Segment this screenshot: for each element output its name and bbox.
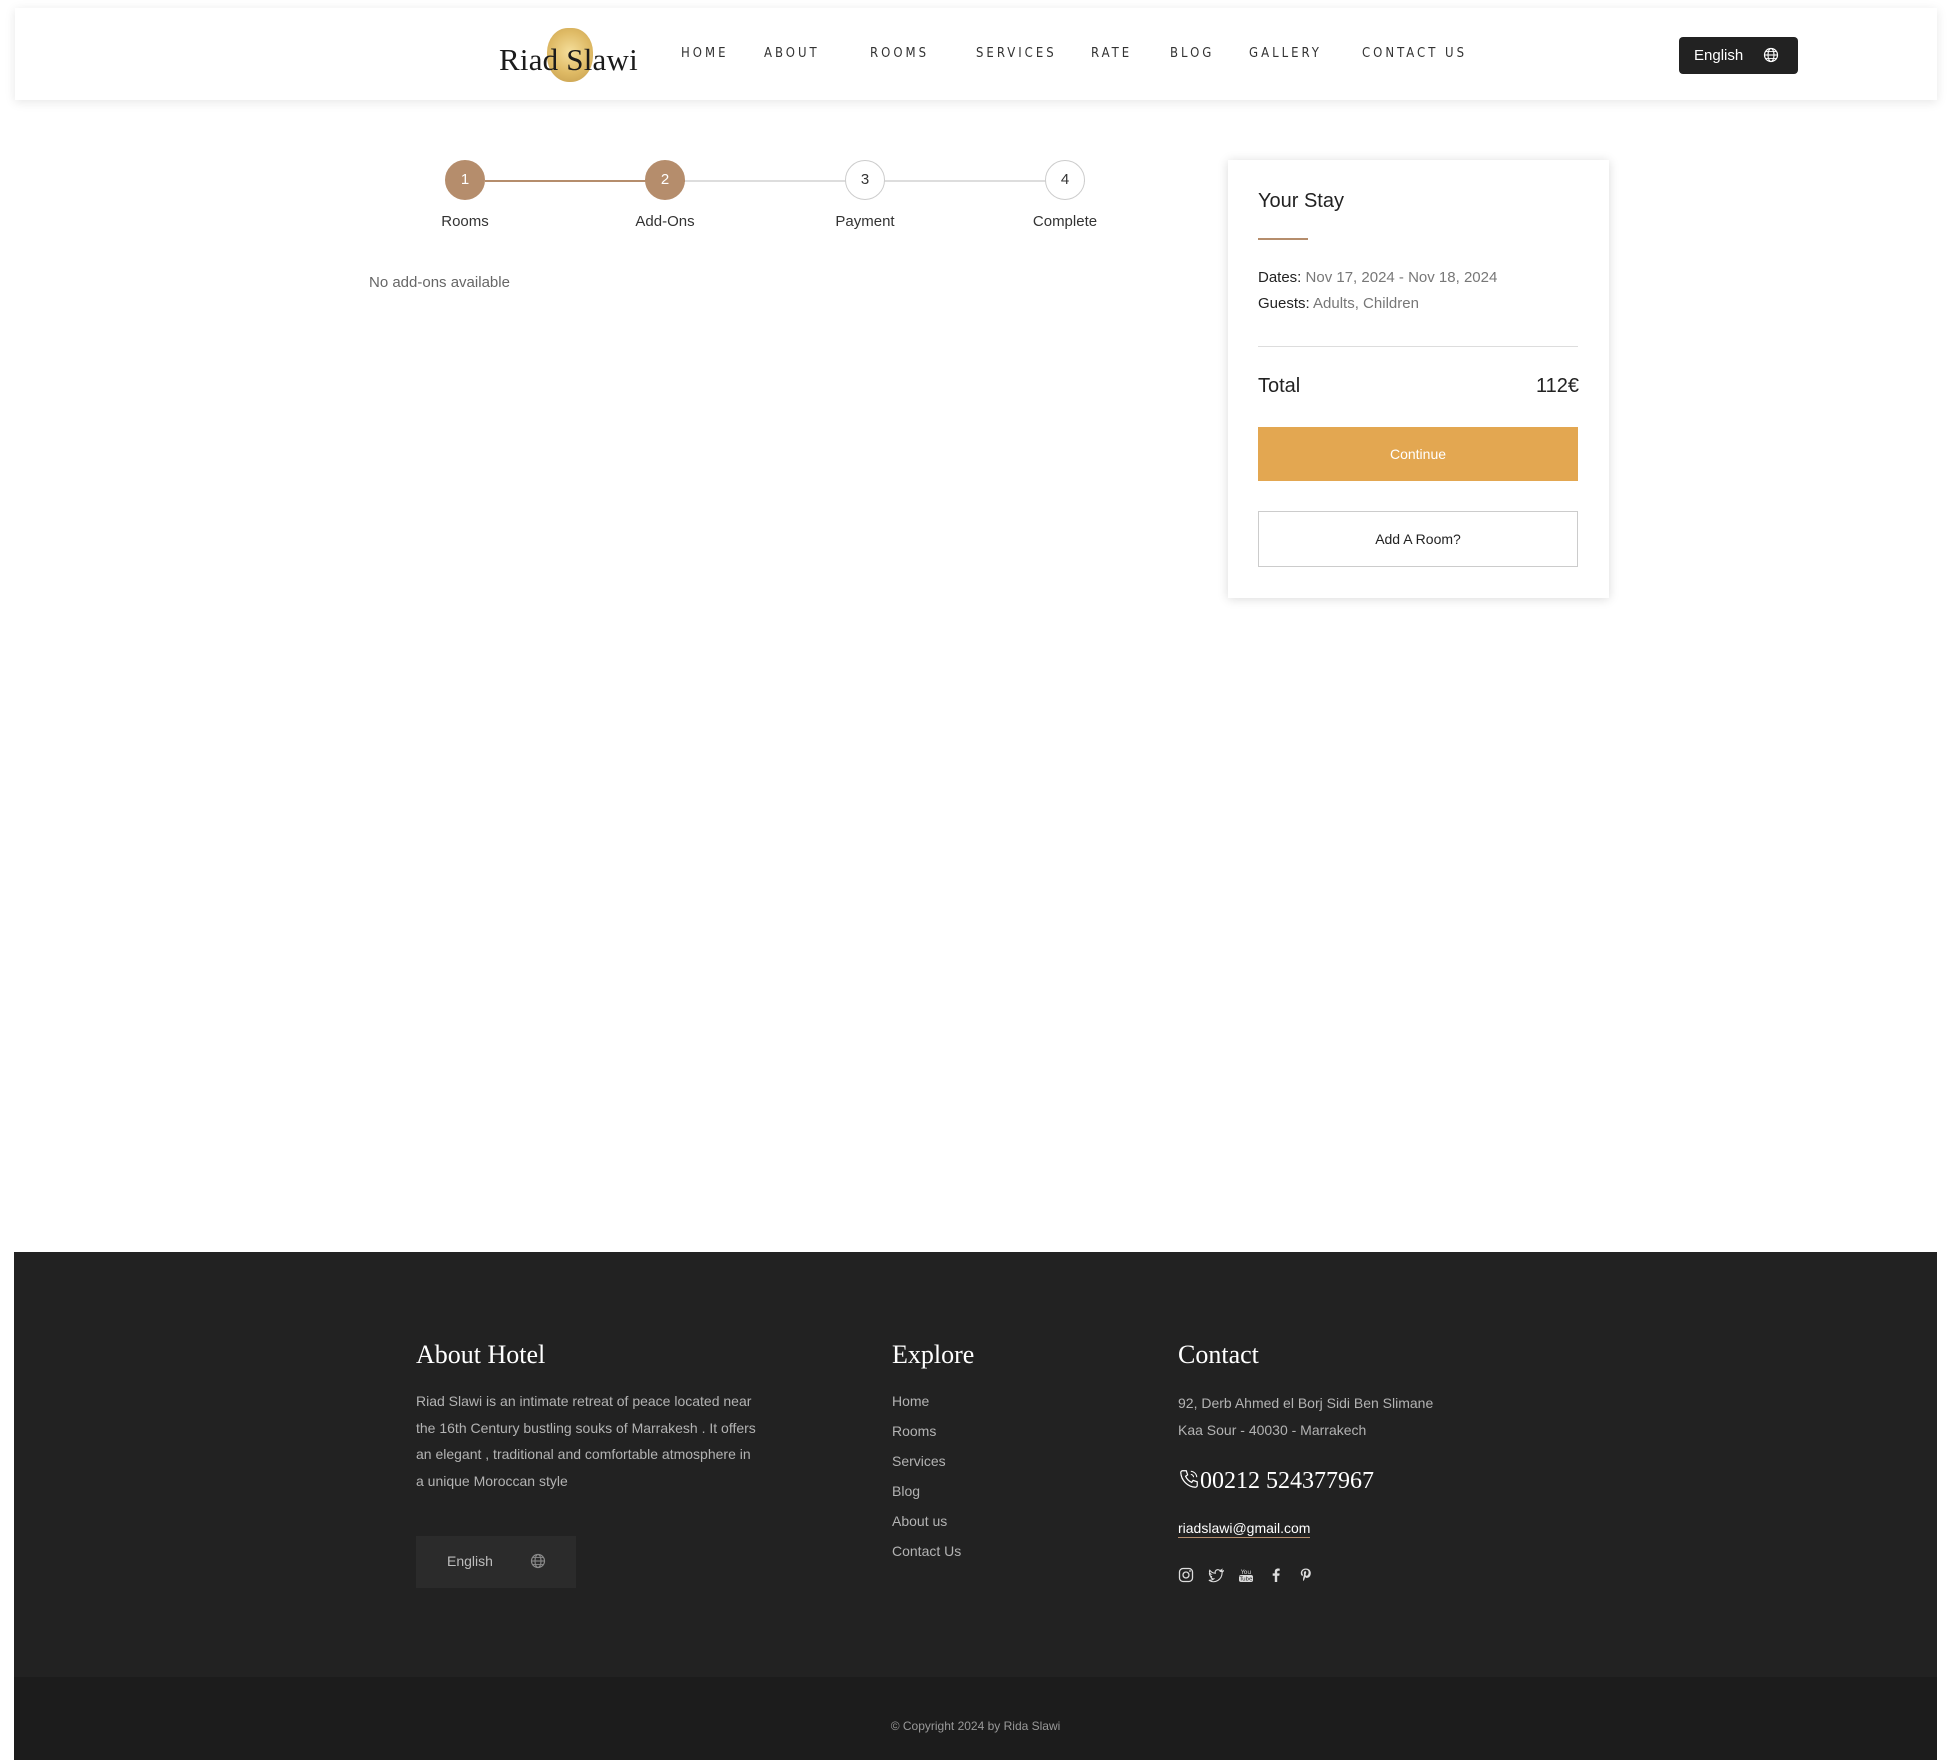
continue-button[interactable]: Continue <box>1258 427 1578 481</box>
card-title: Your Stay <box>1258 190 1344 212</box>
total-label: Total <box>1258 375 1301 397</box>
guests-label: Guests: <box>1258 295 1310 312</box>
explore-heading: Explore <box>892 1340 975 1369</box>
footer-link-rooms[interactable]: Rooms <box>892 1423 936 1439</box>
youtube-icon[interactable]: You Tube <box>1238 1567 1254 1583</box>
step-add-ons[interactable]: 2 Add-Ons <box>605 160 725 230</box>
add-room-button[interactable]: Add A Room? <box>1258 511 1578 567</box>
address-line: Kaa Sour - 40030 - Marrakech <box>1178 1421 1367 1438</box>
footer-link-contact-us[interactable]: Contact Us <box>892 1543 961 1559</box>
footer-link-home[interactable]: Home <box>892 1393 929 1409</box>
step-number: 3 <box>845 160 885 200</box>
instagram-icon[interactable] <box>1178 1567 1194 1583</box>
nav-gallery[interactable]: GALLERY <box>1249 46 1322 61</box>
guests-value: Adults, Children <box>1313 295 1419 312</box>
site-header: Riad Slawi HOME ABOUT ROOMS SERVICES RAT… <box>15 8 1937 100</box>
step-number: 4 <box>1045 160 1085 200</box>
email-link[interactable]: riadslawi@gmail.com <box>1178 1520 1311 1538</box>
step-label: Add-Ons <box>635 213 695 230</box>
dates-value: Nov 17, 2024 - Nov 18, 2024 <box>1305 269 1498 286</box>
globe-icon <box>530 1553 546 1569</box>
address: 92, Derb Ahmed el Borj Sidi Ben Slimane … <box>1178 1390 1433 1443</box>
footer-link-services[interactable]: Services <box>892 1453 946 1469</box>
step-complete[interactable]: 4 Complete <box>1005 160 1125 230</box>
svg-text:You: You <box>1240 1569 1252 1576</box>
svg-text:Tube: Tube <box>1239 1577 1254 1583</box>
phone-icon <box>1180 1470 1198 1488</box>
nav-contact-us[interactable]: CONTACT US <box>1362 46 1467 61</box>
about-line: the 16th Century bustling souks of Marra… <box>416 1419 756 1436</box>
footer-link-about-us[interactable]: About us <box>892 1513 947 1529</box>
step-label: Rooms <box>441 213 489 230</box>
main-nav: HOME ABOUT ROOMS SERVICES RATE BLOG GALL… <box>15 8 1937 100</box>
no-addons-message: No add-ons available <box>369 274 510 291</box>
nav-services[interactable]: SERVICES <box>976 46 1057 61</box>
about-hotel-text: Riad Slawi is an intimate retreat of pea… <box>416 1388 756 1494</box>
about-line: an elegant , traditional and comfortable… <box>416 1446 751 1462</box>
language-label: English <box>1694 47 1744 64</box>
total-value: 112€ <box>1535 375 1579 397</box>
dates-label: Dates: <box>1258 269 1302 286</box>
step-label: Complete <box>1032 213 1098 230</box>
nav-rooms[interactable]: ROOMS <box>870 46 929 61</box>
footer-language-selector[interactable]: English <box>416 1536 576 1588</box>
card-divider <box>1258 346 1578 347</box>
nav-blog[interactable]: BLOG <box>1170 46 1214 61</box>
about-hotel-heading: About Hotel <box>416 1340 546 1369</box>
nav-rate[interactable]: RATE <box>1091 46 1132 61</box>
nav-about[interactable]: ABOUT <box>764 46 820 61</box>
contact-heading: Contact <box>1178 1340 1259 1369</box>
footer-link-blog[interactable]: Blog <box>892 1483 920 1499</box>
about-line: a unique Moroccan style <box>416 1472 568 1489</box>
step-number: 2 <box>645 160 685 200</box>
footer-bottom-bar: © Copyright 2024 by Rida Slawi <box>14 1677 1937 1760</box>
twitter-icon[interactable] <box>1208 1567 1224 1583</box>
booking-stepper: 1 Rooms 2 Add-Ons 3 Payment 4 Complete <box>441 160 1125 240</box>
phone-number: 00212 524377967 <box>1200 1468 1374 1494</box>
guests-row: Guests: Adults, Children <box>1258 295 1419 312</box>
title-underline <box>1258 238 1308 240</box>
address-line: 92, Derb Ahmed el Borj Sidi Ben Slimane <box>1178 1395 1434 1411</box>
step-rooms[interactable]: 1 Rooms <box>405 160 525 230</box>
nav-home[interactable]: HOME <box>681 46 728 61</box>
about-line: Riad Slawi is an intimate retreat of pea… <box>416 1393 752 1409</box>
pinterest-icon[interactable] <box>1298 1567 1314 1583</box>
language-label: English <box>447 1553 493 1569</box>
globe-icon <box>1763 47 1779 63</box>
copyright-text: © Copyright 2024 by Rida Slawi <box>890 1719 1061 1733</box>
dates-row: Dates: Nov 17, 2024 - Nov 18, 2024 <box>1258 269 1497 286</box>
language-selector[interactable]: English <box>1679 37 1798 74</box>
facebook-icon[interactable] <box>1268 1567 1284 1583</box>
phone-row[interactable]: 00212 524377967 <box>1178 1468 1374 1495</box>
step-payment[interactable]: 3 Payment <box>805 160 925 230</box>
your-stay-card: Your Stay Dates: Nov 17, 2024 - Nov 18, … <box>1228 160 1609 598</box>
step-number: 1 <box>445 160 485 200</box>
step-label: Payment <box>835 213 895 230</box>
site-footer: About Hotel Riad Slawi is an intimate re… <box>14 1252 1937 1760</box>
